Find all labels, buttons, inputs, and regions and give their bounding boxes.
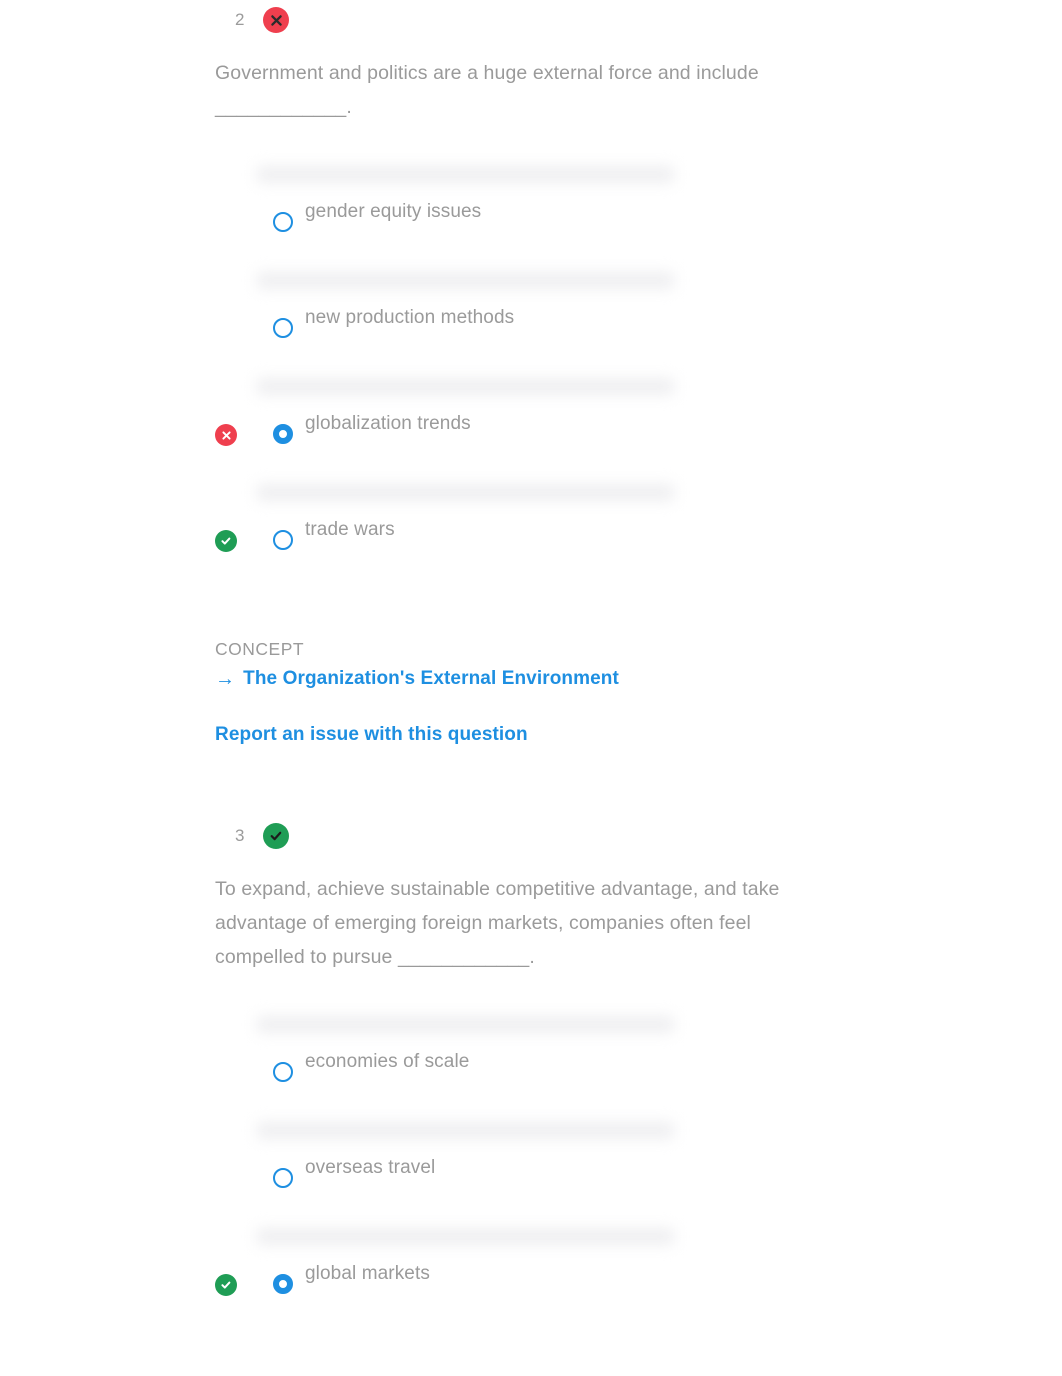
option-label: overseas travel (305, 1157, 436, 1178)
radio-button[interactable] (273, 424, 293, 444)
arrow-right-icon: → (215, 668, 236, 690)
options-list: economies of scale overseas travel globa… (215, 1004, 1022, 1322)
radio-button[interactable] (273, 1168, 293, 1188)
question-text: To expand, achieve sustainable competiti… (215, 878, 780, 968)
option-row[interactable]: global markets (215, 1216, 1022, 1322)
x-circle-icon (215, 424, 237, 446)
option-marker-gutter (215, 200, 273, 212)
radio-button[interactable] (273, 1062, 293, 1082)
redacted-bar (257, 484, 674, 501)
option-marker-gutter (215, 412, 273, 446)
quiz-results-page: 2 Government and politics are a huge ext… (0, 0, 1062, 1376)
redacted-bar (257, 1016, 674, 1033)
check-circle-icon (215, 1274, 237, 1296)
x-circle-icon (263, 7, 289, 33)
radio-button[interactable] (273, 1274, 293, 1294)
option-marker-gutter (215, 518, 273, 552)
report-issue-link[interactable]: Report an issue with this question (215, 724, 1022, 746)
question-header: 3 (215, 816, 1022, 856)
option-label: gender equity issues (305, 201, 482, 222)
question-text: Government and politics are a huge exter… (215, 62, 759, 118)
radio-button[interactable] (273, 212, 293, 232)
radio-button[interactable] (273, 530, 293, 550)
question-block-2: 2 Government and politics are a huge ext… (0, 0, 1062, 746)
option-label: trade wars (305, 519, 395, 540)
option-marker-gutter (215, 306, 273, 318)
option-marker-gutter (215, 1262, 273, 1296)
redacted-bar (257, 1122, 674, 1139)
check-circle-icon (263, 823, 289, 849)
concept-link-label: The Organization's External Environment (243, 668, 619, 689)
redacted-bar (257, 166, 674, 183)
option-row[interactable]: new production methods (215, 260, 1022, 366)
redacted-bar (257, 378, 674, 395)
option-marker-gutter (215, 1156, 273, 1168)
question-number: 3 (235, 826, 245, 845)
options-list: gender equity issues new production meth… (215, 154, 1022, 578)
option-row[interactable]: overseas travel (215, 1110, 1022, 1216)
check-circle-icon (215, 530, 237, 552)
option-label: globalization trends (305, 413, 471, 434)
redacted-bar (257, 272, 674, 289)
option-row[interactable]: economies of scale (215, 1004, 1022, 1110)
option-label: global markets (305, 1263, 430, 1284)
question-block-3: 3 To expand, achieve sustainable competi… (0, 816, 1062, 1322)
concept-link[interactable]: → The Organization's External Environmen… (215, 668, 1022, 690)
question-number: 2 (235, 10, 245, 29)
option-row[interactable]: trade wars (215, 472, 1022, 578)
option-label: economies of scale (305, 1051, 470, 1072)
redacted-bar (257, 1228, 674, 1245)
concept-section: CONCEPT → The Organization's External En… (215, 636, 1022, 746)
option-row[interactable]: gender equity issues (215, 154, 1022, 260)
question-header: 2 (215, 0, 1022, 40)
option-label: new production methods (305, 307, 515, 328)
radio-button[interactable] (273, 318, 293, 338)
option-row[interactable]: globalization trends (215, 366, 1022, 472)
option-marker-gutter (215, 1050, 273, 1062)
concept-heading: CONCEPT (215, 639, 305, 659)
